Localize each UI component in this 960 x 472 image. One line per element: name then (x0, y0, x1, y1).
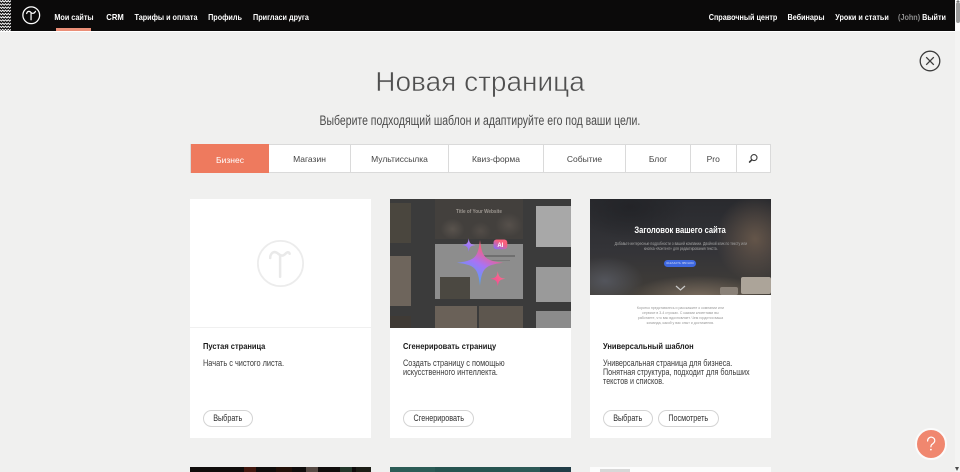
svg-text:AI: AI (497, 243, 503, 249)
